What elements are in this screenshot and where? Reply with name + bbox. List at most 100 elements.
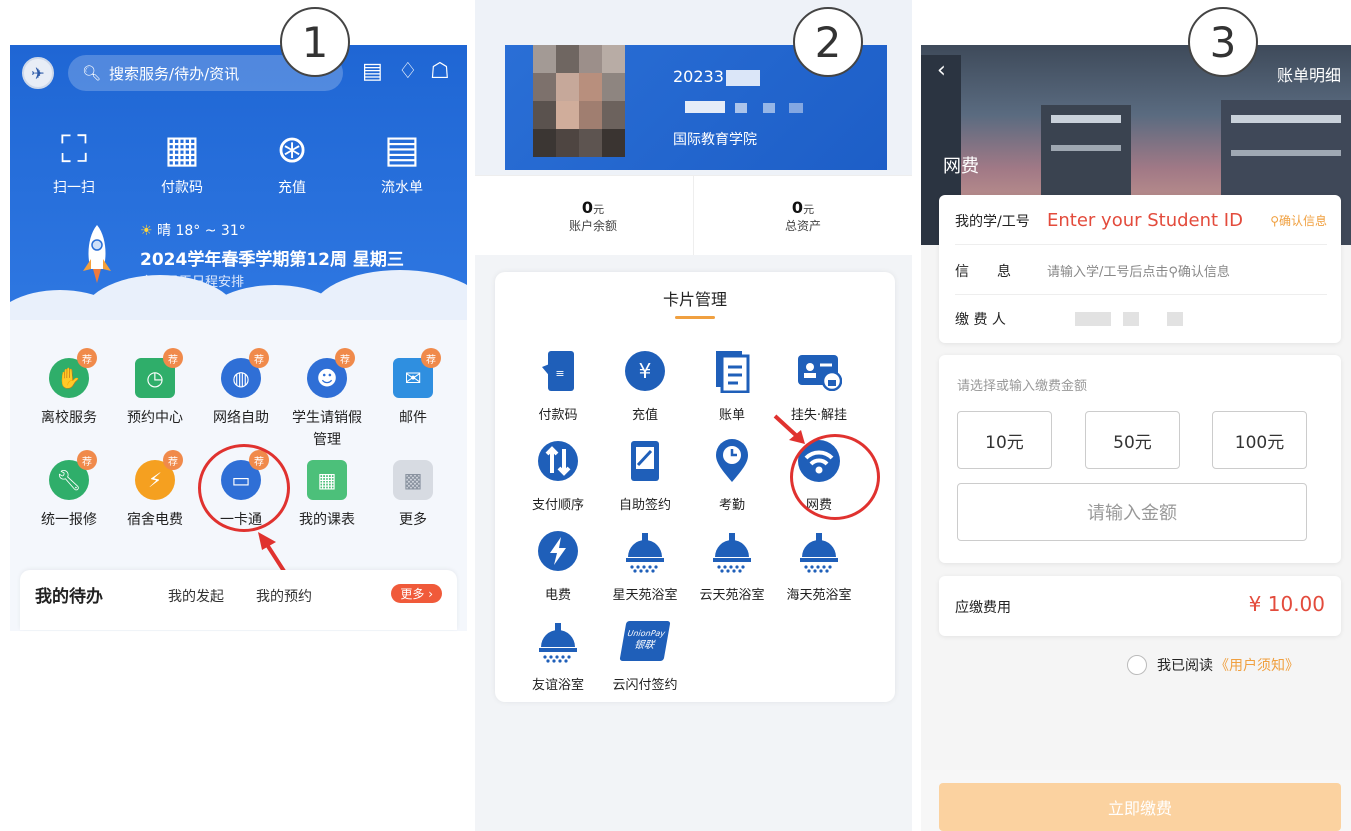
home-screen-panel: ✈ 🔍︎ 搜索服务/待办/资讯 ▤ ♢ ☖ ⛶ 扫一扫 ▦ 付款码 ⊛ 充值 ▤… xyxy=(10,0,467,831)
amount-option-10[interactable]: 10元 xyxy=(957,411,1052,469)
person-clock-icon: ☻ 荐 xyxy=(307,348,355,398)
student-id: 20233 xyxy=(673,67,760,86)
amount-option-50[interactable]: 50元 xyxy=(1085,411,1180,469)
recharge-label: 充值 xyxy=(278,180,306,196)
network-fee-panel: ‹ 账单明细 网费 我的学/工号 Enter your Student ID ⚲… xyxy=(921,0,1351,831)
lightning-icon: ⚡︎ 荐 xyxy=(135,450,183,500)
recommend-tag: 荐 xyxy=(163,348,183,368)
fee-amount: ¥ 10.00 xyxy=(1248,592,1325,616)
card-bath-youyi[interactable]: 友谊浴室 xyxy=(513,618,603,693)
confirm-info-button[interactable]: ⚲确认信息 xyxy=(1270,212,1327,229)
recommend-tag: 荐 xyxy=(77,450,97,470)
info-placeholder: 请输入学/工号后点击⚲确认信息 xyxy=(1047,265,1230,280)
account-balance[interactable]: 0元 账户余额 xyxy=(493,198,693,234)
agree-checkbox[interactable] xyxy=(1127,655,1147,675)
more-button[interactable]: 更多 › xyxy=(391,584,442,603)
phone-pay-icon: ≡ xyxy=(535,348,581,394)
user-notice-link[interactable]: 《用户须知》 xyxy=(1215,655,1299,675)
service-label: 统一报修 xyxy=(41,512,97,528)
service-dorm-electricity[interactable]: ⚡︎ 荐 宿舍电费 xyxy=(110,450,200,532)
location-clock-icon xyxy=(709,438,755,484)
calendar-icon[interactable]: ▤ xyxy=(362,59,383,84)
pay-code-button[interactable]: ▦ 付款码 xyxy=(132,125,232,197)
avatar xyxy=(533,45,625,157)
tab-my-initiated[interactable]: 我的发起 xyxy=(168,586,224,606)
service-mail[interactable]: ✉ 荐 邮件 xyxy=(368,348,458,430)
blurred-name xyxy=(735,103,747,113)
highlight-arrow-icon xyxy=(773,414,805,444)
recommend-tag: 荐 xyxy=(77,348,97,368)
unionpay-logo-icon: UnionPay 银联 xyxy=(619,618,671,664)
search-placeholder: 搜索服务/待办/资讯 xyxy=(109,64,240,83)
total-assets[interactable]: 0元 总资产 xyxy=(703,198,903,234)
card-attendance[interactable]: 考勤 xyxy=(687,438,777,513)
amount-option-100[interactable]: 100元 xyxy=(1212,411,1307,469)
bill-icon xyxy=(709,348,755,394)
card-self-sign[interactable]: 自助签约 xyxy=(600,438,690,513)
semester-week-text: 2024学年春季学期第12周 星期三 xyxy=(140,250,404,270)
service-label: 网络自助 xyxy=(213,410,269,426)
service-leave-school[interactable]: ✋ 荐 离校服务 xyxy=(24,348,114,430)
shower-icon xyxy=(709,528,755,574)
card-electricity[interactable]: 电费 xyxy=(513,528,603,603)
blurred-name xyxy=(685,101,725,113)
highlight-circle xyxy=(198,444,290,532)
service-student-leave[interactable]: ☻ 荐 学生请销假 管理 xyxy=(282,348,372,451)
card-pay-code[interactable]: ≡ 付款码 xyxy=(513,348,603,423)
info-label: 信 息 xyxy=(955,263,1011,280)
blurred-name xyxy=(763,103,775,113)
wrench-icon: 🔧︎ 荐 xyxy=(49,450,97,500)
service-network-self[interactable]: ◍ 荐 网络自助 xyxy=(196,348,286,430)
step-number-badge: 2 xyxy=(793,7,863,77)
school-logo-icon[interactable]: ✈ xyxy=(22,57,54,89)
statement-icon: ▤ xyxy=(384,127,420,171)
lightning-icon xyxy=(535,528,581,574)
statement-button[interactable]: ▤ 流水单 xyxy=(352,125,452,197)
service-repair[interactable]: 🔧︎ 荐 统一报修 xyxy=(24,450,114,532)
fee-label: 应缴费用 xyxy=(955,600,1011,616)
card-bath-yuntian[interactable]: 云天苑浴室 xyxy=(687,528,777,603)
step-number-badge: 3 xyxy=(1188,7,1258,77)
custom-amount-input[interactable]: 请输入金额 xyxy=(957,483,1307,541)
sort-arrows-icon xyxy=(535,438,581,484)
card-recharge[interactable]: ¥ 充值 xyxy=(600,348,690,423)
shower-icon xyxy=(622,528,668,574)
handshake-icon: ✋ 荐 xyxy=(49,348,97,398)
card-bath-haitian[interactable]: 海天苑浴室 xyxy=(774,528,864,603)
service-label: 我的课表 xyxy=(299,512,355,528)
recharge-button[interactable]: ⊛ 充值 xyxy=(242,125,342,197)
search-icon: ⚲ xyxy=(1270,214,1279,228)
agreement-row: 我已阅读 《用户须知》 xyxy=(1127,655,1299,675)
bell-icon[interactable]: ♢ xyxy=(398,59,418,84)
shower-icon xyxy=(796,528,842,574)
more-grid-icon: ▩ xyxy=(393,460,433,500)
statement-label: 流水单 xyxy=(381,180,423,196)
student-id-label: 我的学/工号 xyxy=(955,213,1030,230)
scan-label: 扫一扫 xyxy=(53,180,95,196)
service-label: 更多 xyxy=(399,512,427,528)
service-timetable[interactable]: ▦ 我的课表 xyxy=(282,460,372,532)
mail-icon: ✉ 荐 xyxy=(393,348,441,398)
bill-detail-link[interactable]: 账单明细 xyxy=(1277,62,1341,86)
scan-icon: ⛶ xyxy=(60,127,88,171)
service-more[interactable]: ▩ 更多 xyxy=(368,460,458,532)
student-id-field[interactable]: Enter your Student ID xyxy=(1047,210,1270,231)
blurred-name xyxy=(789,103,803,113)
shirt-icon[interactable]: ☖ xyxy=(430,59,450,84)
card-pay-order[interactable]: 支付顺序 xyxy=(513,438,603,513)
yen-icon: ⊛ xyxy=(276,127,308,171)
card-bill[interactable]: 账单 xyxy=(687,348,777,423)
todo-section: 我的待办 我的发起 我的预约 更多 › xyxy=(20,570,457,630)
service-label: 邮件 xyxy=(399,410,427,426)
card-bath-xingtian[interactable]: 星天苑浴室 xyxy=(600,528,690,603)
monitor-clock-icon: ◷ 荐 xyxy=(135,348,183,398)
card-unionpay-sign[interactable]: UnionPay 银联 云闪付签约 xyxy=(600,618,690,693)
tab-my-reservations[interactable]: 我的预约 xyxy=(256,586,312,606)
recommend-tag: 荐 xyxy=(421,348,441,368)
todo-title[interactable]: 我的待办 xyxy=(35,582,103,607)
service-booking-center[interactable]: ◷ 荐 预约中心 xyxy=(110,348,200,430)
scan-button[interactable]: ⛶ 扫一扫 xyxy=(24,125,124,197)
recommend-tag: 荐 xyxy=(249,348,269,368)
back-arrow-icon[interactable]: ‹ xyxy=(937,58,946,83)
pay-now-button[interactable]: 立即缴费 xyxy=(939,783,1341,831)
